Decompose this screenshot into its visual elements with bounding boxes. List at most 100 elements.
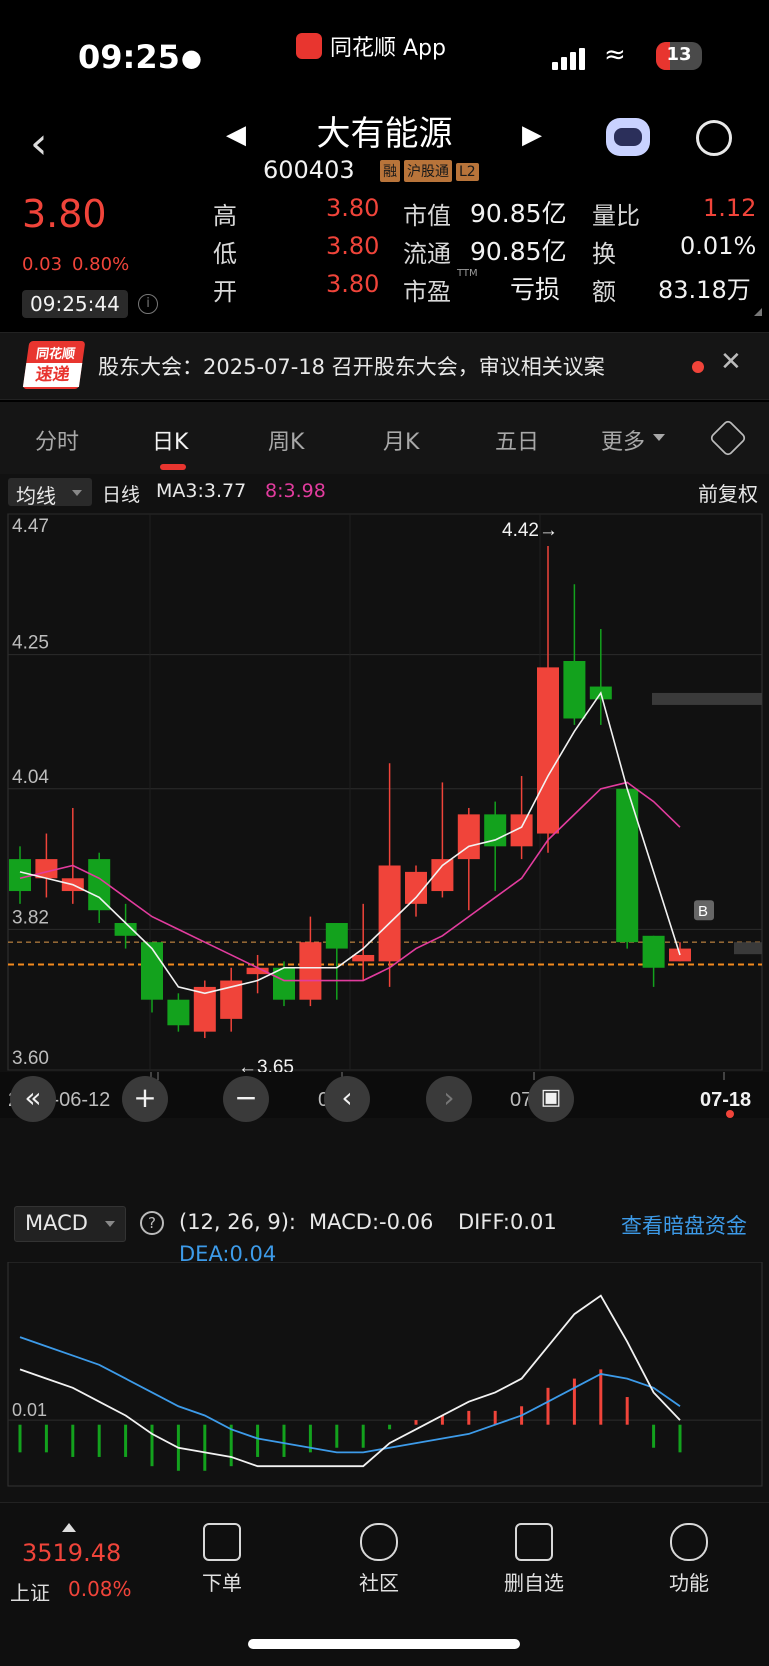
indicator-dropdown[interactable]: MACD	[14, 1206, 126, 1242]
index-up-arrow-icon	[62, 1523, 76, 1532]
minus-box-icon	[515, 1523, 553, 1561]
candle-body	[273, 967, 295, 1000]
nav-remove-label: 删自选	[504, 1571, 564, 1595]
pe-value: 亏损	[510, 275, 561, 304]
quote-panel: 3.80 0.03 0.80% 09:25:44 i 高 3.80 低 3.80…	[0, 192, 769, 332]
plot-frame	[7, 513, 763, 1071]
person-icon: ●	[181, 44, 202, 72]
index-name: 上证	[10, 1581, 50, 1605]
macd-params: (12, 26, 9):	[179, 1210, 296, 1234]
clock: 09:25	[78, 38, 180, 76]
indicator-dropdown-label: MACD	[25, 1211, 88, 1235]
tag-connect: 沪股通	[404, 160, 452, 182]
nav-community[interactable]: 社区	[339, 1523, 419, 1596]
nav-remove-watchlist[interactable]: 删自选	[494, 1523, 574, 1596]
candle-body	[642, 935, 665, 968]
tab-weekly-k[interactable]: 周K	[268, 424, 304, 456]
scroll-right-button[interactable]: ›	[426, 1076, 472, 1122]
candle-body	[352, 954, 375, 962]
candle-body	[141, 942, 163, 1000]
menu-circle-icon	[670, 1523, 708, 1561]
candle-body	[325, 923, 348, 949]
zoom-in-button[interactable]: +	[122, 1076, 168, 1122]
news-text[interactable]: 股东大会：2025-07-18 召开股东大会，审议相关议案	[98, 351, 605, 381]
open-label: 开	[213, 278, 237, 306]
high-label: 高	[213, 202, 237, 230]
y-tick-label: 4.04	[12, 767, 49, 788]
high-value: 3.80	[326, 194, 380, 222]
ma-dropdown-caret-icon	[72, 490, 82, 496]
low-label: 低	[213, 240, 237, 268]
order-doc-icon	[203, 1523, 241, 1561]
expand-corner-icon[interactable]	[754, 308, 762, 316]
close-news-button[interactable]: ✕	[720, 347, 742, 377]
tab-five-day[interactable]: 五日	[495, 424, 539, 456]
macd-chart[interactable]: 0.01	[0, 1262, 769, 1488]
tab-more[interactable]: 更多	[601, 424, 645, 456]
macd-value: MACD:-0.06	[309, 1210, 434, 1234]
turnover-label: 换	[592, 240, 616, 268]
ma-legend-bar: 均线 日线 MA3:3.77 8:3.98 前复权	[0, 476, 769, 508]
wifi-icon: ≈	[604, 40, 626, 70]
candle-body	[167, 999, 190, 1026]
y-tick-label: 4.47	[12, 516, 49, 537]
info-icon[interactable]: i	[138, 294, 158, 314]
battery-level: 13	[666, 44, 692, 65]
index-value[interactable]: 3519.48	[22, 1539, 121, 1567]
scroll-left-button[interactable]: ‹	[324, 1076, 370, 1122]
chart-tabs: 分时 日K 周K 月K 五日 更多	[0, 402, 769, 474]
battery-icon: 13	[656, 42, 702, 70]
macd-y-tick: 0.01	[12, 1400, 47, 1420]
status-bar: 09:25 ● 同花顺 App ≈ 13	[0, 0, 769, 100]
unread-dot-icon	[692, 361, 704, 373]
active-tab-indicator	[160, 464, 186, 470]
tab-intraday[interactable]: 分时	[35, 424, 79, 456]
price-change: 0.03	[22, 254, 63, 275]
dark-pool-link[interactable]: 查看暗盘资金	[621, 1210, 747, 1240]
zoom-out-button[interactable]: −	[223, 1076, 269, 1122]
candle-body	[9, 859, 31, 892]
quote-time: 09:25:44	[22, 290, 128, 318]
tab-daily-k[interactable]: 日K	[152, 424, 188, 456]
help-icon[interactable]: ?	[140, 1211, 164, 1235]
quote-time-text: 09:25:44	[30, 292, 120, 316]
candle-body	[537, 667, 559, 834]
amount-value: 83.18万	[658, 276, 751, 304]
adjust-mode-button[interactable]: 前复权	[698, 478, 758, 507]
ma-dropdown-label: 均线	[16, 484, 56, 508]
turnover-value: 0.01%	[680, 232, 757, 260]
pe-label: 市盈	[403, 278, 451, 306]
settings-icon[interactable]	[708, 418, 748, 458]
app-name: 同花顺 App	[330, 36, 446, 61]
max-price-annotation: 4.42→	[502, 520, 558, 541]
stock-tags: 融沪股通 L2	[376, 160, 479, 182]
pending-bar	[652, 692, 762, 705]
logo-top-text: 同花顺	[34, 347, 77, 362]
fullscreen-button[interactable]: ▣	[528, 1076, 574, 1122]
home-indicator	[248, 1639, 520, 1649]
community-star-icon	[360, 1523, 398, 1561]
nav-community-label: 社区	[359, 1571, 399, 1595]
buy-marker-label: B	[698, 903, 708, 920]
nav-functions[interactable]: 功能	[649, 1523, 729, 1596]
x-axis-bg	[0, 1072, 769, 1118]
stock-code: 600403	[263, 156, 355, 184]
nav-order[interactable]: 下单	[182, 1523, 262, 1596]
app-indicator[interactable]: 同花顺 App	[296, 30, 446, 62]
tab-monthly-k[interactable]: 月K	[383, 424, 419, 456]
collapse-button[interactable]: «	[10, 1076, 56, 1122]
pe-ttm-label: TTM	[457, 268, 478, 279]
ma-dropdown[interactable]: 均线	[8, 478, 92, 508]
candle-body	[378, 865, 401, 962]
ma8-label: 8:3.98	[265, 480, 326, 502]
macd-frame	[7, 1262, 763, 1487]
candlestick-chart[interactable]: 4.474.254.043.823.604.42→←3.65B2025-06-1…	[0, 508, 769, 1188]
news-ticker[interactable]: 同花顺 速递 股东大会：2025-07-18 召开股东大会，审议相关议案 ✕	[0, 332, 769, 400]
volume-ratio-label: 量比	[592, 202, 640, 230]
nav-order-label: 下单	[202, 1571, 242, 1595]
ths-express-logo: 同花顺 速递	[22, 341, 86, 389]
y-tick-label: 4.25	[12, 633, 49, 654]
logo-bottom-text: 速递	[22, 363, 83, 387]
amount-label: 额	[592, 278, 616, 306]
last-price: 3.80	[22, 192, 107, 236]
